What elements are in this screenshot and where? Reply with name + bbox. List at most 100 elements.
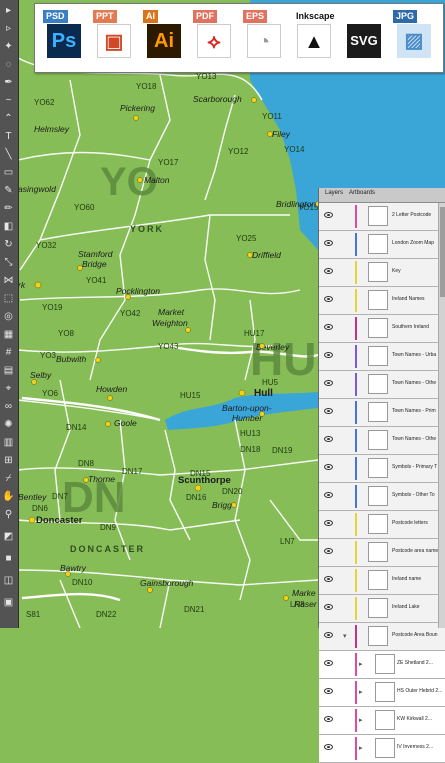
expand-arrow-icon[interactable]: ▸ (359, 660, 363, 668)
expand-arrow-icon[interactable]: ▾ (343, 632, 347, 640)
visibility-eye-icon[interactable] (324, 744, 333, 750)
layer-row[interactable]: Town Names - Othe (319, 427, 445, 455)
curvature-tool-icon[interactable]: ~ (2, 94, 15, 107)
blend-tool-icon[interactable]: ∞ (2, 400, 15, 413)
visibility-eye-icon[interactable] (324, 548, 333, 554)
expand-arrow-icon[interactable]: ▸ (359, 716, 363, 724)
visibility-eye-icon[interactable] (324, 352, 333, 358)
free-transform-tool-icon[interactable]: ⬚ (2, 292, 15, 305)
mesh-tool-icon[interactable]: # (2, 346, 15, 359)
magic-wand-tool-icon[interactable]: ✦ (2, 40, 15, 53)
layer-row[interactable]: Southern Ireland (319, 315, 445, 343)
layer-row[interactable]: 2 Letter Postcode (319, 203, 445, 231)
scrollbar-thumb[interactable] (440, 207, 445, 297)
eraser-tool-icon[interactable]: ◧ (2, 220, 15, 233)
layer-row[interactable]: ▸ IV Inverness 2... (319, 735, 445, 763)
layer-row[interactable]: Town Names - Urba (319, 343, 445, 371)
visibility-eye-icon[interactable] (324, 520, 333, 526)
scale-tool-icon[interactable]: ⤡ (2, 256, 15, 269)
direct-selection-tool-icon[interactable]: ▹ (2, 22, 15, 35)
visibility-eye-icon[interactable] (324, 296, 333, 302)
layer-row[interactable]: ▸ ZE Shetland 2... (319, 651, 445, 679)
layer-row[interactable]: London Zoom Map (319, 231, 445, 259)
layer-row[interactable]: Postcode area name (319, 539, 445, 567)
tab-layers[interactable]: Layers (325, 190, 343, 196)
rotate-tool-icon[interactable]: ↻ (2, 238, 15, 251)
perspective-grid-tool-icon[interactable]: ▦ (2, 328, 15, 341)
zoom-tool-icon[interactable]: ⚲ (2, 508, 15, 521)
visibility-eye-icon[interactable] (324, 492, 333, 498)
drawing-mode-icon[interactable]: ◫ (2, 574, 15, 587)
color-mode-icon[interactable]: ■ (2, 552, 15, 565)
layer-name[interactable]: Symbols - Primary T (392, 464, 444, 470)
layer-name[interactable]: KW Kirkwall 2... (397, 716, 445, 722)
paintbrush-tool-icon[interactable]: ✎ (2, 184, 15, 197)
layer-row[interactable]: Ireland Lake (319, 595, 445, 623)
shape-builder-tool-icon[interactable]: ◎ (2, 310, 15, 323)
anchor-point-tool-icon[interactable]: ⌃ (2, 112, 15, 125)
visibility-eye-icon[interactable] (324, 576, 333, 582)
layer-name[interactable]: Postcode Area Boun (392, 632, 444, 638)
layer-row[interactable]: ▸ KW Kirkwall 2... (319, 707, 445, 735)
expand-arrow-icon[interactable]: ▸ (359, 744, 363, 752)
selection-tool-icon[interactable]: ▸ (2, 4, 15, 17)
lasso-tool-icon[interactable]: ◌ (2, 58, 15, 71)
gradient-tool-icon[interactable]: ▤ (2, 364, 15, 377)
visibility-eye-icon[interactable] (324, 380, 333, 386)
layer-row[interactable]: Key (319, 259, 445, 287)
visibility-eye-icon[interactable] (324, 716, 333, 722)
layer-row[interactable]: Town Names - Prim (319, 399, 445, 427)
layer-name[interactable]: HS Outer Hebrid 2... (397, 688, 445, 694)
rectangle-tool-icon[interactable]: ▭ (2, 166, 15, 179)
layer-row[interactable]: Postcode letters (319, 511, 445, 539)
column-graph-tool-icon[interactable]: ▥ (2, 436, 15, 449)
layer-name[interactable]: Town Names - Othe (392, 380, 444, 386)
type-tool-icon[interactable]: T (2, 130, 15, 143)
layer-name[interactable]: Ireland Names (392, 296, 444, 302)
layers-scrollbar[interactable] (438, 203, 445, 628)
line-tool-icon[interactable]: ╲ (2, 148, 15, 161)
pen-tool-icon[interactable]: ✒ (2, 76, 15, 89)
layer-row[interactable]: Ireland name (319, 567, 445, 595)
layer-name[interactable]: Ireland Lake (392, 604, 444, 610)
symbol-sprayer-tool-icon[interactable]: ✺ (2, 418, 15, 431)
artboard-tool-icon[interactable]: ⊞ (2, 454, 15, 467)
visibility-eye-icon[interactable] (324, 660, 333, 666)
expand-arrow-icon[interactable]: ▸ (359, 688, 363, 696)
layer-row[interactable]: ▾ Postcode Area Boun (319, 623, 445, 651)
eyedropper-tool-icon[interactable]: ⌖ (2, 382, 15, 395)
layer-name[interactable]: Postcode letters (392, 520, 444, 526)
layer-name[interactable]: ZE Shetland 2... (397, 660, 445, 666)
visibility-eye-icon[interactable] (324, 240, 333, 246)
fill-stroke-swatch-icon[interactable]: ◩ (2, 530, 15, 543)
visibility-eye-icon[interactable] (324, 212, 333, 218)
layer-name[interactable]: Town Names - Urba (392, 352, 444, 358)
layer-name[interactable]: IV Inverness 2... (397, 744, 445, 750)
layer-row[interactable]: Symbols - Other To (319, 483, 445, 511)
visibility-eye-icon[interactable] (324, 436, 333, 442)
visibility-eye-icon[interactable] (324, 688, 333, 694)
layer-name[interactable]: Town Names - Othe (392, 436, 444, 442)
visibility-eye-icon[interactable] (324, 632, 333, 638)
layer-row[interactable]: Symbols - Primary T (319, 455, 445, 483)
visibility-eye-icon[interactable] (324, 408, 333, 414)
width-tool-icon[interactable]: ⋈ (2, 274, 15, 287)
layer-row[interactable]: ▸ HS Outer Hebrid 2... (319, 679, 445, 707)
layer-name[interactable]: 2 Letter Postcode (392, 212, 444, 218)
layer-name[interactable]: Town Names - Prim (392, 408, 444, 414)
visibility-eye-icon[interactable] (324, 268, 333, 274)
layer-row[interactable]: Ireland Names (319, 287, 445, 315)
layer-name[interactable]: Symbols - Other To (392, 492, 444, 498)
layer-name[interactable]: Ireland name (392, 576, 444, 582)
layer-name[interactable]: London Zoom Map (392, 240, 444, 246)
visibility-eye-icon[interactable] (324, 324, 333, 330)
layer-name[interactable]: Key (392, 268, 444, 274)
hand-tool-icon[interactable]: ✋ (2, 490, 15, 503)
visibility-eye-icon[interactable] (324, 604, 333, 610)
layer-row[interactable]: Town Names - Othe (319, 371, 445, 399)
visibility-eye-icon[interactable] (324, 464, 333, 470)
screen-mode-icon[interactable]: ▣ (2, 596, 15, 609)
tab-artboards[interactable]: Artboards (349, 190, 375, 196)
layer-name[interactable]: Postcode area name (392, 548, 444, 554)
pencil-tool-icon[interactable]: ✏ (2, 202, 15, 215)
